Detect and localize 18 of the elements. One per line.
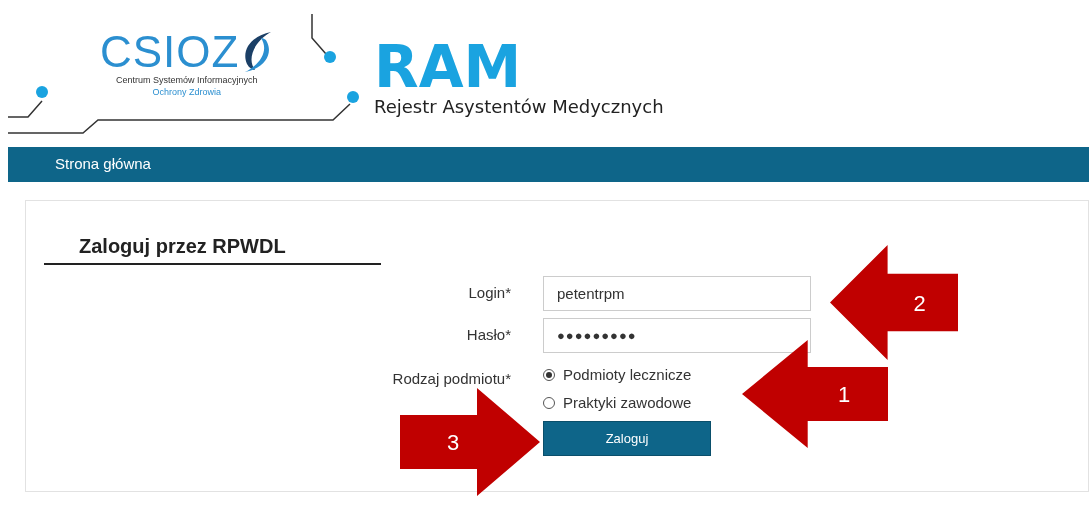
radio-option[interactable]: Praktyki zawodowe xyxy=(543,391,692,414)
step-number: 3 xyxy=(447,428,460,457)
field-label: Hasło* xyxy=(466,325,511,346)
logo-wordmark: CSIOZ xyxy=(100,30,240,74)
password-field[interactable]: ●●●●●●●●● xyxy=(543,318,811,353)
login-button[interactable]: Zaloguj xyxy=(543,421,711,456)
logo-caption: Centrum Systemów Informacyjnych xyxy=(115,74,258,86)
step-number: 1 xyxy=(838,380,851,409)
field-label: Rodzaj podmiotu* xyxy=(392,369,511,389)
panel-title: Zaloguj przez RPWDL xyxy=(44,231,381,265)
nav-link[interactable]: Strona główna xyxy=(55,153,151,176)
field-label: Login* xyxy=(468,283,511,304)
radio-option[interactable]: Podmioty lecznicze xyxy=(543,364,692,387)
app-subtitle: Rejestr Asystentów Medycznych xyxy=(374,96,664,118)
login-field[interactable]: petentrpm xyxy=(543,276,811,311)
logo-caption: Ochrony Zdrowia xyxy=(152,86,221,98)
app-title: RAM xyxy=(374,38,522,96)
step-number: 2 xyxy=(913,289,926,317)
